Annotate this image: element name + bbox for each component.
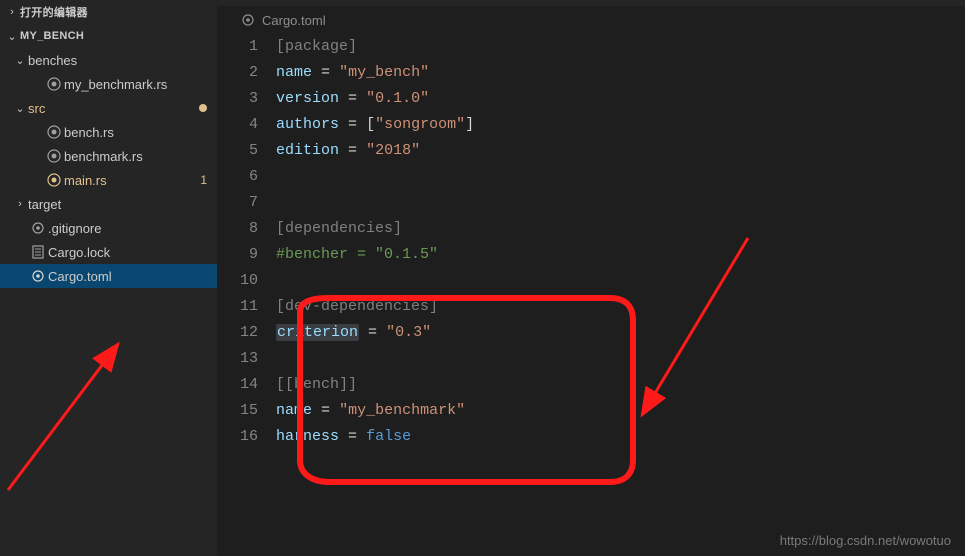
- rust-icon: [44, 76, 64, 92]
- code-line[interactable]: [276, 190, 965, 216]
- modified-count-badge: 1: [200, 173, 207, 187]
- code-line[interactable]: edition = "2018": [276, 138, 965, 164]
- chevron-right-icon: ›: [12, 198, 28, 210]
- file-my-benchmark-rs[interactable]: my_benchmark.rs: [0, 72, 217, 96]
- rust-icon: [44, 124, 64, 140]
- file-explorer: › 打开的编辑器 ⌄ MY_BENCH ⌄ benches my_benchma…: [0, 0, 218, 556]
- open-editors-header[interactable]: › 打开的编辑器: [0, 0, 217, 24]
- modified-dot-icon: [199, 104, 207, 112]
- file-name: Cargo.toml: [48, 269, 217, 284]
- file-bench-rs[interactable]: bench.rs: [0, 120, 217, 144]
- code-line[interactable]: [dependencies]: [276, 216, 965, 242]
- chevron-down-icon: ⌄: [12, 102, 28, 115]
- line-number: 7: [218, 190, 258, 216]
- code-line[interactable]: [dev-dependencies]: [276, 294, 965, 320]
- folder-src[interactable]: ⌄ src: [0, 96, 217, 120]
- code-line[interactable]: criterion = "0.3": [276, 320, 965, 346]
- line-number: 9: [218, 242, 258, 268]
- file-name: .gitignore: [48, 221, 217, 236]
- line-number: 12: [218, 320, 258, 346]
- rust-icon: [44, 148, 64, 164]
- code-line[interactable]: version = "0.1.0": [276, 86, 965, 112]
- file-name: main.rs: [64, 173, 200, 188]
- code-area[interactable]: 12345678910111213141516 [package]name = …: [218, 34, 965, 556]
- chevron-down-icon: ⌄: [12, 54, 28, 67]
- folder-target[interactable]: › target: [0, 192, 217, 216]
- file-benchmark-rs[interactable]: benchmark.rs: [0, 144, 217, 168]
- line-number: 15: [218, 398, 258, 424]
- code-line[interactable]: authors = ["songroom"]: [276, 112, 965, 138]
- folder-name: benches: [28, 53, 217, 68]
- code-line[interactable]: [package]: [276, 34, 965, 60]
- code-line[interactable]: [276, 346, 965, 372]
- code-line[interactable]: name = "my_benchmark": [276, 398, 965, 424]
- line-number: 13: [218, 346, 258, 372]
- line-number: 8: [218, 216, 258, 242]
- line-number: 1: [218, 34, 258, 60]
- code-line[interactable]: [276, 268, 965, 294]
- line-number-gutter: 12345678910111213141516: [218, 34, 276, 556]
- line-number: 2: [218, 60, 258, 86]
- gear-icon: [240, 12, 256, 28]
- editor-pane: Cargo.toml 12345678910111213141516 [pack…: [218, 0, 965, 556]
- project-header[interactable]: ⌄ MY_BENCH: [0, 24, 217, 48]
- code-line[interactable]: #bencher = "0.1.5": [276, 242, 965, 268]
- line-number: 5: [218, 138, 258, 164]
- file-main-rs[interactable]: main.rs 1: [0, 168, 217, 192]
- file-cargo-toml[interactable]: Cargo.toml: [0, 264, 217, 288]
- project-label: MY_BENCH: [20, 30, 84, 42]
- gear-icon: [28, 268, 48, 284]
- file-icon: [28, 244, 48, 260]
- code-line[interactable]: name = "my_bench": [276, 60, 965, 86]
- gear-icon: [28, 220, 48, 236]
- code-line[interactable]: harness = false: [276, 424, 965, 450]
- file-cargo-lock[interactable]: Cargo.lock: [0, 240, 217, 264]
- line-number: 3: [218, 86, 258, 112]
- folder-name: target: [28, 197, 217, 212]
- file-name: my_benchmark.rs: [64, 77, 217, 92]
- line-number: 6: [218, 164, 258, 190]
- code-line[interactable]: [[bench]]: [276, 372, 965, 398]
- folder-benches[interactable]: ⌄ benches: [0, 48, 217, 72]
- code-line[interactable]: [276, 164, 965, 190]
- chevron-down-icon: ⌄: [4, 30, 20, 43]
- editor-tab-title[interactable]: Cargo.toml: [218, 6, 965, 34]
- rust-icon: [44, 172, 64, 188]
- tab-filename: Cargo.toml: [262, 13, 326, 28]
- file-name: benchmark.rs: [64, 149, 217, 164]
- chevron-right-icon: ›: [4, 6, 20, 18]
- code-content[interactable]: [package]name = "my_bench"version = "0.1…: [276, 34, 965, 556]
- watermark: https://blog.csdn.net/wowotuo: [780, 533, 951, 548]
- line-number: 4: [218, 112, 258, 138]
- line-number: 11: [218, 294, 258, 320]
- open-editors-label: 打开的编辑器: [20, 4, 88, 20]
- file-gitignore[interactable]: .gitignore: [0, 216, 217, 240]
- line-number: 10: [218, 268, 258, 294]
- line-number: 14: [218, 372, 258, 398]
- file-name: Cargo.lock: [48, 245, 217, 260]
- file-name: bench.rs: [64, 125, 217, 140]
- line-number: 16: [218, 424, 258, 450]
- folder-name: src: [28, 101, 199, 116]
